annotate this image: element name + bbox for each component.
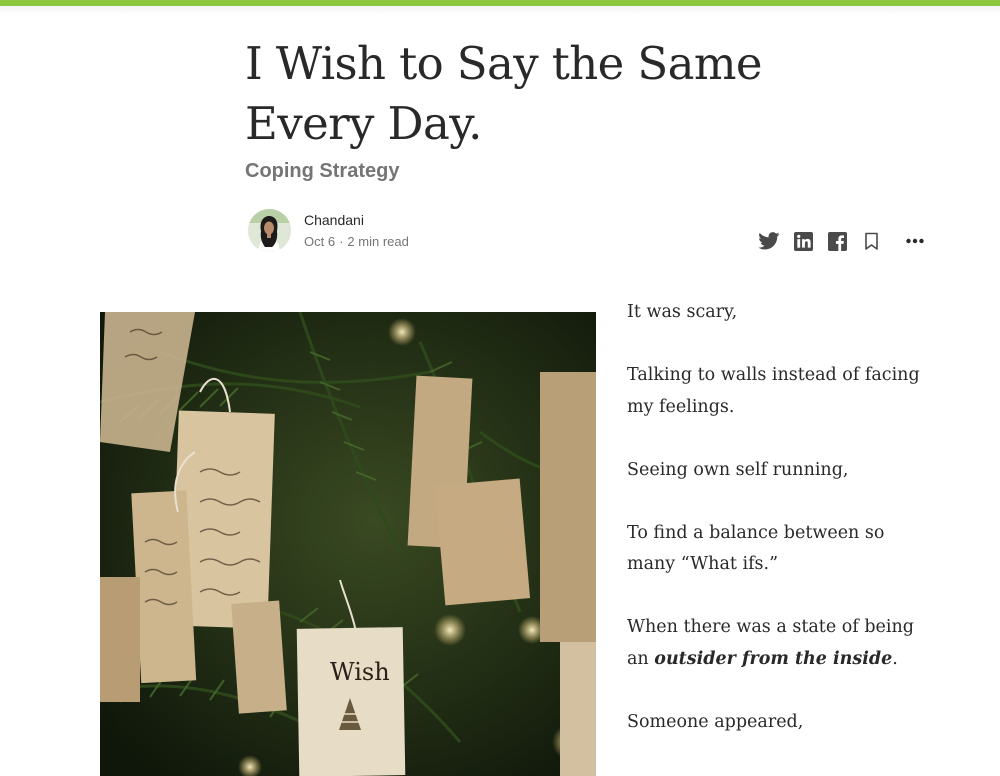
wish-tree-photo: Wish (100, 312, 596, 776)
paragraph: Seeing own self running, (627, 459, 849, 480)
article-meta: Oct 6 · 2 min read (304, 233, 409, 251)
meta-separator: · (339, 234, 344, 249)
bookmark-icon[interactable] (860, 230, 882, 252)
paragraph: To find a balance between so many “What … (627, 522, 885, 575)
twitter-icon[interactable] (758, 230, 780, 252)
wish-tag-text: Wish (330, 658, 390, 686)
facebook-icon[interactable] (826, 230, 848, 252)
avatar-photo (248, 209, 291, 252)
article-title: I Wish to Say the Same Every Day. (245, 37, 763, 150)
article-body: It was scary, Talking to walls instead o… (627, 297, 927, 770)
paragraph: Talking to walls instead of facing my fe… (627, 365, 920, 417)
article-subtitle: Coping Strategy (245, 160, 400, 182)
paragraph: It was scary, (627, 302, 738, 322)
linkedin-icon[interactable] (792, 230, 814, 252)
author-avatar[interactable] (248, 209, 291, 252)
paragraph: Someone appeared, (627, 711, 804, 732)
emphasis-text: outsider from the inside (654, 648, 893, 669)
publish-date: Oct 6 (304, 234, 336, 249)
more-icon[interactable] (904, 230, 926, 252)
share-toolbar (758, 230, 926, 252)
author-name[interactable]: Chandani (304, 211, 364, 229)
paragraph: When there was a state of being an outsi… (627, 612, 927, 675)
paragraph-punctuation: . (892, 648, 898, 669)
hero-image: Wish (100, 312, 596, 776)
read-time: 2 min read (347, 234, 409, 249)
header-shadow (0, 6, 1000, 14)
